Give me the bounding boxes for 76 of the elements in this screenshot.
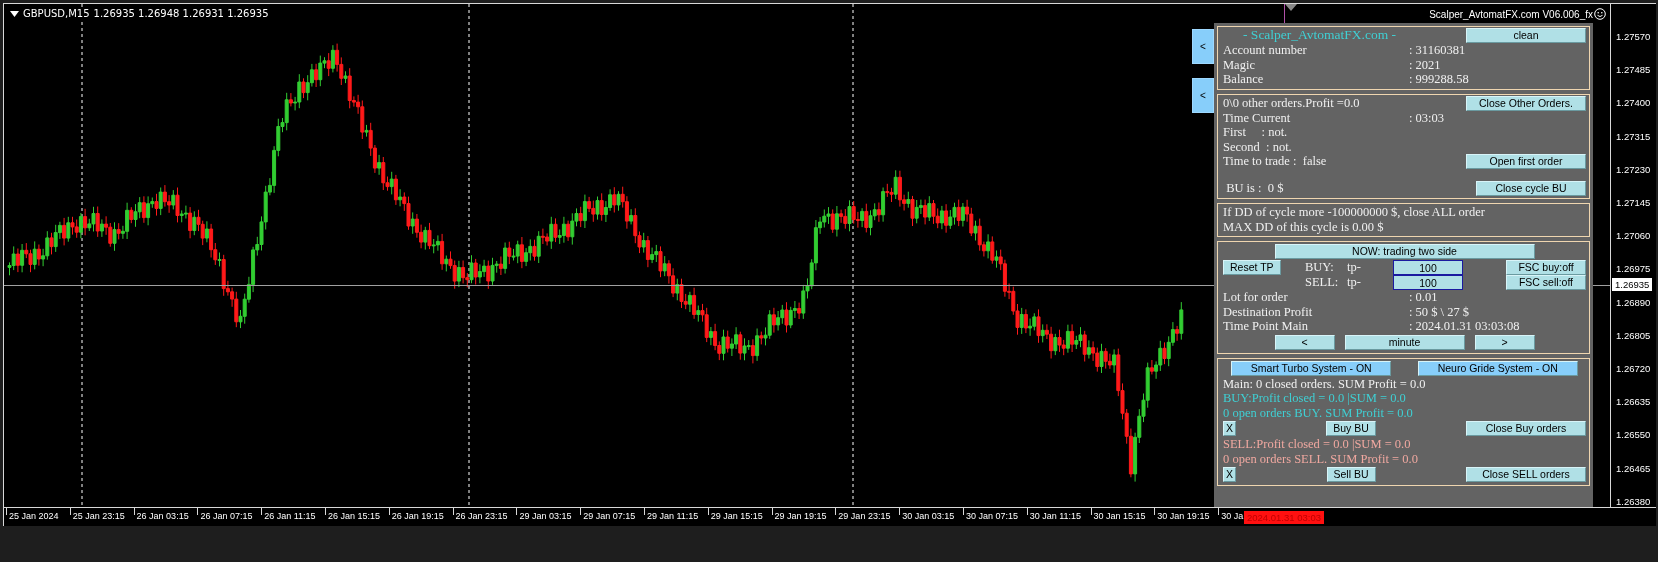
status-text: Second : not. — [1223, 139, 1292, 154]
price-label: 1.26550 — [1615, 428, 1651, 441]
status-text: Time to trade : false — [1223, 154, 1327, 169]
status-text: 0 open orders SELL. SUM Profit = 0.0 — [1223, 451, 1418, 466]
panel-button[interactable]: Close Other Orders. — [1466, 95, 1586, 111]
dropdown-triangle-icon[interactable] — [10, 10, 19, 17]
collapse-button[interactable]: < — [1192, 29, 1214, 64]
panel-button[interactable]: Sell BU — [1326, 467, 1376, 482]
price-label: 1.26635 — [1615, 395, 1651, 408]
price-label: 1.27400 — [1615, 96, 1651, 109]
symbol-label: GBPUSD,M15 — [23, 8, 90, 19]
price-label: 1.27230 — [1615, 163, 1651, 176]
price-label: 1.26465 — [1615, 462, 1651, 475]
field-label: Balance — [1223, 72, 1265, 87]
panel-button[interactable]: < — [1274, 334, 1335, 350]
price-label: 1.26805 — [1615, 329, 1651, 342]
status-text: 0 open orders BUY. SUM Profit = 0.0 — [1223, 405, 1413, 420]
field-label: Time Current — [1223, 110, 1292, 125]
price-label: 1.26720 — [1615, 362, 1651, 375]
field-value: : 03:03 — [1409, 110, 1445, 125]
status-text: 0\0 other orders.Profit =0.0 — [1223, 95, 1360, 111]
status-text: If DD of cycle more -100000000 $, close ALL order — [1223, 205, 1485, 220]
status-text: BUY:Profit closed = 0.0 |SUM = 0.0 — [1223, 391, 1406, 406]
panel-button[interactable]: > — [1474, 334, 1535, 350]
panel-button[interactable]: Reset TP — [1223, 260, 1281, 275]
ohlc-values: 1.26935 1.26948 1.26931 1.26935 — [93, 8, 269, 19]
panel-button[interactable]: clean — [1466, 28, 1586, 43]
price-label: 1.27315 — [1615, 130, 1651, 143]
status-text: MAX DD of this cycle is 0.00 $ — [1223, 219, 1384, 234]
tp-input-field[interactable]: 100 — [1393, 275, 1463, 290]
field-value: : 50 $ \ 27 $ — [1409, 304, 1470, 319]
tp-label: tp- — [1347, 260, 1362, 275]
field-value: : 999288.58 — [1409, 72, 1469, 87]
status-text: - Scalper_AvtomatFX.com - — [1242, 28, 1397, 43]
panel-button[interactable]: FSC sell:off — [1506, 275, 1586, 290]
field-value: : 2024.01.31 03:03:08 — [1409, 319, 1520, 334]
price-label: 1.27570 — [1615, 30, 1651, 43]
panel-button[interactable]: Close cycle BU — [1476, 181, 1586, 196]
status-text: First : not. — [1223, 125, 1288, 140]
field-value: : 0.01 — [1409, 290, 1438, 305]
indicator-title: Scalper_AvtomatFX.com V06.006_fx — [1429, 8, 1593, 20]
panel-button[interactable]: Buy BU — [1326, 421, 1376, 436]
field-value: : 31160381 — [1409, 43, 1466, 58]
panel-button[interactable]: minute — [1344, 334, 1465, 350]
status-text: SELL:Profit closed = 0.0 |SUM = 0.0 — [1223, 437, 1411, 452]
field-label: Lot for order — [1223, 290, 1289, 305]
panel-button[interactable]: Close Buy orders — [1466, 421, 1586, 436]
tp-label: tp- — [1347, 275, 1362, 290]
panel-button[interactable]: NOW: trading two side — [1274, 244, 1535, 259]
price-label: 1.27060 — [1615, 229, 1651, 242]
field-label: Time Point Main — [1223, 319, 1309, 334]
field-label: Magic — [1223, 57, 1256, 72]
panel-button[interactable]: Open first order — [1466, 154, 1586, 169]
cursor-marker-icon — [1285, 4, 1297, 11]
price-label: 1.27485 — [1615, 63, 1651, 76]
panel-button[interactable]: Neuro Gride System - ON — [1417, 360, 1578, 376]
panel-button[interactable]: Smart Turbo System - ON — [1231, 360, 1392, 376]
collapse-button[interactable]: < — [1192, 78, 1214, 113]
field-value: : 2021 — [1409, 57, 1441, 72]
side-label: BUY: — [1305, 260, 1335, 275]
panel-button[interactable]: X — [1223, 421, 1236, 436]
current-price-label: 1.26935 — [1612, 278, 1653, 291]
panel-button[interactable]: Close SELL orders — [1466, 467, 1586, 482]
status-text: BU is : 0 $ — [1225, 181, 1284, 196]
smiley-icon — [1594, 8, 1606, 20]
price-label: 1.26890 — [1615, 296, 1651, 309]
status-text: Main: 0 closed orders. SUM Profit = 0.0 — [1223, 376, 1426, 391]
price-label: 1.26380 — [1615, 495, 1651, 508]
tp-input-field[interactable]: 100 — [1393, 260, 1463, 275]
panel-button[interactable]: X — [1223, 467, 1236, 482]
side-label: SELL: — [1305, 275, 1340, 290]
field-label: Destination Profit — [1223, 304, 1314, 319]
field-label: Account number — [1223, 43, 1308, 58]
price-label: 1.27145 — [1615, 196, 1651, 209]
panel-button[interactable]: FSC buy:off — [1506, 260, 1586, 275]
price-label: 1.26975 — [1615, 262, 1651, 275]
